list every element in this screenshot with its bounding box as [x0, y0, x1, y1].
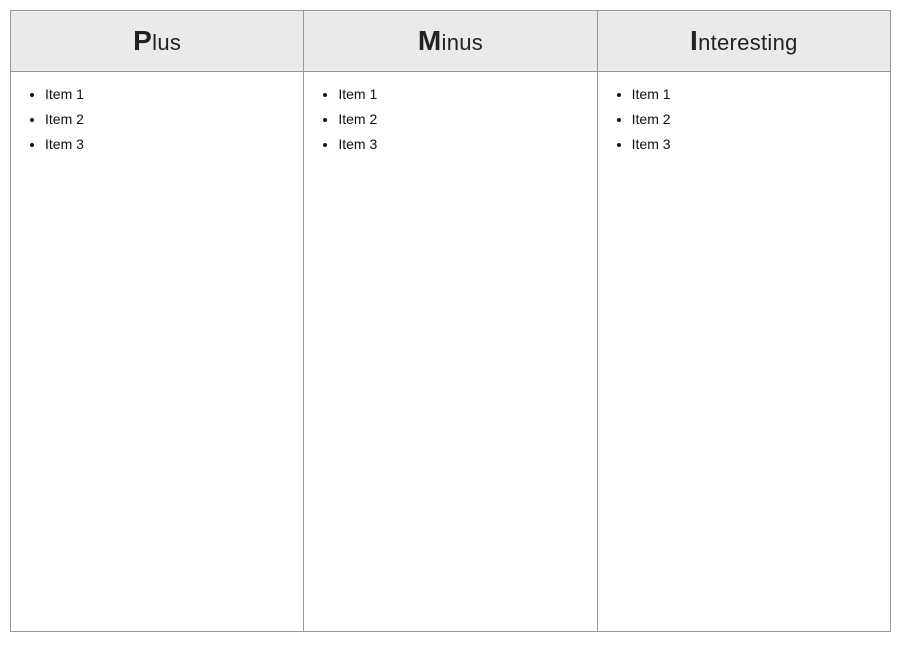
list-item: Item 3 [45, 132, 289, 157]
interesting-cell: Item 1 Item 2 Item 3 [597, 72, 890, 632]
list-item: Item 1 [45, 82, 289, 107]
minus-cell: Item 1 Item 2 Item 3 [304, 72, 597, 632]
interesting-list: Item 1 Item 2 Item 3 [612, 82, 876, 158]
content-row: Item 1 Item 2 Item 3 Item 1 Item 2 Item … [11, 72, 891, 632]
pmi-table: Plus Minus Interesting Item 1 Item 2 Ite… [10, 10, 891, 632]
plus-cell: Item 1 Item 2 Item 3 [11, 72, 304, 632]
header-row: Plus Minus Interesting [11, 11, 891, 72]
plus-rest-label: lus [152, 30, 181, 55]
minus-list: Item 1 Item 2 Item 3 [318, 82, 582, 158]
interesting-rest-label: nteresting [698, 30, 798, 55]
minus-first-letter: M [418, 25, 442, 56]
plus-header: Plus [11, 11, 304, 72]
list-item: Item 3 [338, 132, 582, 157]
list-item: Item 3 [632, 132, 876, 157]
list-item: Item 1 [338, 82, 582, 107]
plus-first-letter: P [133, 25, 152, 56]
interesting-header: Interesting [597, 11, 890, 72]
minus-header: Minus [304, 11, 597, 72]
minus-rest-label: inus [442, 30, 484, 55]
plus-list: Item 1 Item 2 Item 3 [25, 82, 289, 158]
list-item: Item 2 [338, 107, 582, 132]
list-item: Item 2 [632, 107, 876, 132]
interesting-first-letter: I [690, 25, 698, 56]
list-item: Item 2 [45, 107, 289, 132]
list-item: Item 1 [632, 82, 876, 107]
